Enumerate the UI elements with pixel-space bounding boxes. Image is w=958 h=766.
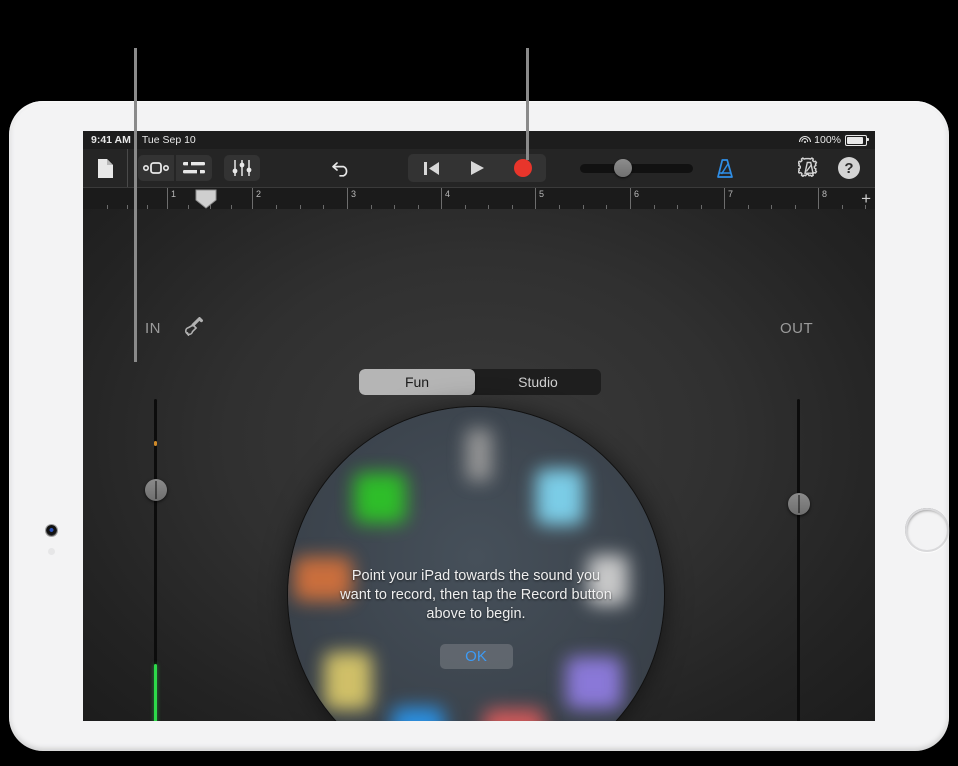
ruler-bar-label: 3 xyxy=(351,189,356,199)
audio-recorder-panel: IN Mic Channel Tone xyxy=(83,209,875,721)
status-date: Tue Sep 10 xyxy=(142,134,196,146)
ruler-bar-label: 1 xyxy=(171,189,176,199)
mode-switch-fun[interactable]: Fun xyxy=(359,369,475,395)
instruction-dialog: Point your iPad towards the sound you wa… xyxy=(288,567,664,669)
ambient-light-sensor-icon xyxy=(48,548,55,555)
track-view-button[interactable] xyxy=(176,155,212,181)
ruler-bar: 1 xyxy=(167,188,168,210)
play-button[interactable] xyxy=(454,154,500,182)
ruler-bar-label: 4 xyxy=(445,189,450,199)
callout-line-record-button xyxy=(526,48,529,160)
input-peak-indicator xyxy=(154,441,157,446)
ruler-bar-label: 8 xyxy=(822,189,827,199)
loop-browser-button[interactable] xyxy=(138,155,174,181)
add-section-button[interactable]: + xyxy=(861,190,871,208)
input-level-meter xyxy=(154,664,157,721)
ok-button[interactable]: OK xyxy=(440,644,513,669)
battery-icon xyxy=(845,135,867,146)
document-icon xyxy=(97,158,114,179)
ios-status-bar: 9:41 AM Tue Sep 10 100% xyxy=(83,131,875,149)
settings-button[interactable] xyxy=(798,157,820,179)
screenshot-root: 9:41 AM Tue Sep 10 100% xyxy=(0,0,958,766)
garageband-app-screen: 9:41 AM Tue Sep 10 100% xyxy=(83,131,875,721)
ruler-bar-label: 6 xyxy=(634,189,639,199)
rewind-icon xyxy=(423,161,440,176)
undo-button[interactable] xyxy=(325,158,359,178)
blob-robot[interactable] xyxy=(466,429,492,481)
blob-telephone[interactable] xyxy=(536,469,584,525)
ruler-bar-label: 2 xyxy=(256,189,261,199)
mode-switch-studio[interactable]: Studio xyxy=(475,369,601,395)
help-icon: ? xyxy=(844,160,853,177)
dialog-message: Point your iPad towards the sound you wa… xyxy=(340,567,612,624)
input-fader-handle[interactable] xyxy=(145,479,167,501)
ruler-bar: 7 xyxy=(724,188,725,210)
ruler-bar-label: 7 xyxy=(728,189,733,199)
timeline-ruler[interactable]: 1 2 3 4 5 6 7 8 + xyxy=(83,187,875,211)
ruler-bar: 4 xyxy=(441,188,442,210)
metronome-button[interactable] xyxy=(712,158,738,179)
front-camera-icon xyxy=(46,525,57,536)
record-dot-icon xyxy=(514,159,532,177)
my-songs-button[interactable] xyxy=(83,158,127,179)
undo-arrow-icon xyxy=(331,158,353,178)
audio-jack-icon xyxy=(183,317,205,344)
ruler-bar: 6 xyxy=(630,188,631,210)
master-volume-handle[interactable] xyxy=(614,159,632,177)
help-button[interactable]: ? xyxy=(838,157,860,179)
ruler-bar: 2 xyxy=(252,188,253,210)
wifi-icon xyxy=(799,136,810,145)
ruler-bar: 8 xyxy=(818,188,819,210)
audio-recorder-sound-wheel[interactable]: Point your iPad towards the sound you wa… xyxy=(288,407,664,721)
mode-switch[interactable]: Fun Studio xyxy=(359,369,601,395)
callout-line-input-level xyxy=(134,48,137,362)
blob-blue-fx[interactable] xyxy=(392,707,444,721)
add-section-label: + xyxy=(861,189,871,208)
loop-browser-icon xyxy=(143,161,169,175)
mixer-button[interactable] xyxy=(224,155,260,181)
status-battery-percent: 100% xyxy=(814,134,841,146)
play-triangle-icon xyxy=(470,160,485,176)
input-label: IN xyxy=(145,320,161,337)
output-label: OUT xyxy=(780,320,813,337)
ruler-bar-label: 5 xyxy=(539,189,544,199)
master-volume-slider[interactable] xyxy=(580,164,693,173)
playhead[interactable] xyxy=(195,189,217,209)
output-fader-track[interactable] xyxy=(797,399,800,721)
ok-button-label: OK xyxy=(465,648,487,665)
blob-monster-green[interactable] xyxy=(354,473,406,523)
toolbar-divider xyxy=(127,149,128,187)
mixer-icon xyxy=(232,160,252,176)
record-button[interactable] xyxy=(500,154,546,182)
metronome-icon xyxy=(715,158,736,179)
status-time: 9:41 AM xyxy=(91,134,131,146)
blob-red-fx[interactable] xyxy=(484,709,544,721)
track-view-icon xyxy=(183,161,205,175)
ruler-bar: 3 xyxy=(347,188,348,210)
output-fader-handle[interactable] xyxy=(788,493,810,515)
home-button[interactable] xyxy=(905,508,949,552)
rewind-button[interactable] xyxy=(408,154,454,182)
master-volume-track xyxy=(580,164,693,173)
app-toolbar: ? xyxy=(83,149,875,187)
gear-icon xyxy=(798,157,820,179)
ruler-bar: 5 xyxy=(535,188,536,210)
